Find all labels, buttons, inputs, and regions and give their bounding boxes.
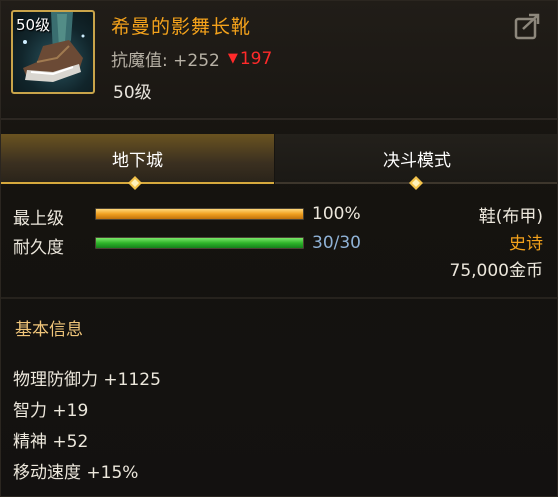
item-header: 50级 希曼的影舞长靴 抗魔值: +252 ▼ 197 50级	[1, 1, 557, 117]
mode-tabs: 地下城 决斗模式	[1, 134, 557, 184]
max-level-value: 100%	[312, 204, 361, 224]
resist-drop-value: 197	[239, 48, 273, 69]
item-rarity: 史诗	[509, 234, 543, 254]
durability-label: 耐久度	[13, 238, 64, 258]
durability-bar	[95, 237, 304, 249]
basic-info-title: 基本信息	[15, 320, 83, 340]
resist-row: 抗魔值: +252 ▼ 197	[111, 46, 272, 72]
share-icon[interactable]	[513, 11, 543, 41]
attribute-row: 智力 +19	[13, 401, 89, 421]
item-name: 希曼的影舞长靴	[111, 16, 252, 38]
max-level-label: 最上级	[13, 209, 64, 229]
item-type: 鞋(布甲)	[478, 207, 543, 227]
item-icon-frame[interactable]: 50级	[11, 10, 95, 94]
attribute-row: 移动速度 +15%	[13, 463, 139, 483]
durability-bar-fill	[96, 238, 303, 248]
diamond-icon	[409, 176, 423, 190]
resist-drop: ▼ 197	[228, 49, 272, 69]
item-tooltip-panel: 50级 希曼的影舞长靴 抗魔值: +252 ▼ 197 50级 地下城 决斗模式…	[0, 0, 558, 497]
max-level-bar	[95, 208, 304, 220]
item-level: 50级	[113, 83, 152, 103]
section-divider	[1, 297, 557, 299]
icon-level-label: 50级	[16, 16, 51, 34]
item-price: 75,000金币	[449, 261, 543, 281]
durability-value: 30/30	[312, 233, 361, 253]
diamond-icon	[128, 176, 142, 190]
attribute-row: 物理防御力 +1125	[13, 370, 161, 390]
header-divider	[1, 118, 557, 120]
attribute-row: 精神 +52	[13, 432, 89, 452]
down-triangle-icon: ▼	[227, 51, 238, 66]
resist-label: 抗魔值: +252	[111, 51, 220, 71]
max-level-bar-fill	[96, 209, 303, 219]
